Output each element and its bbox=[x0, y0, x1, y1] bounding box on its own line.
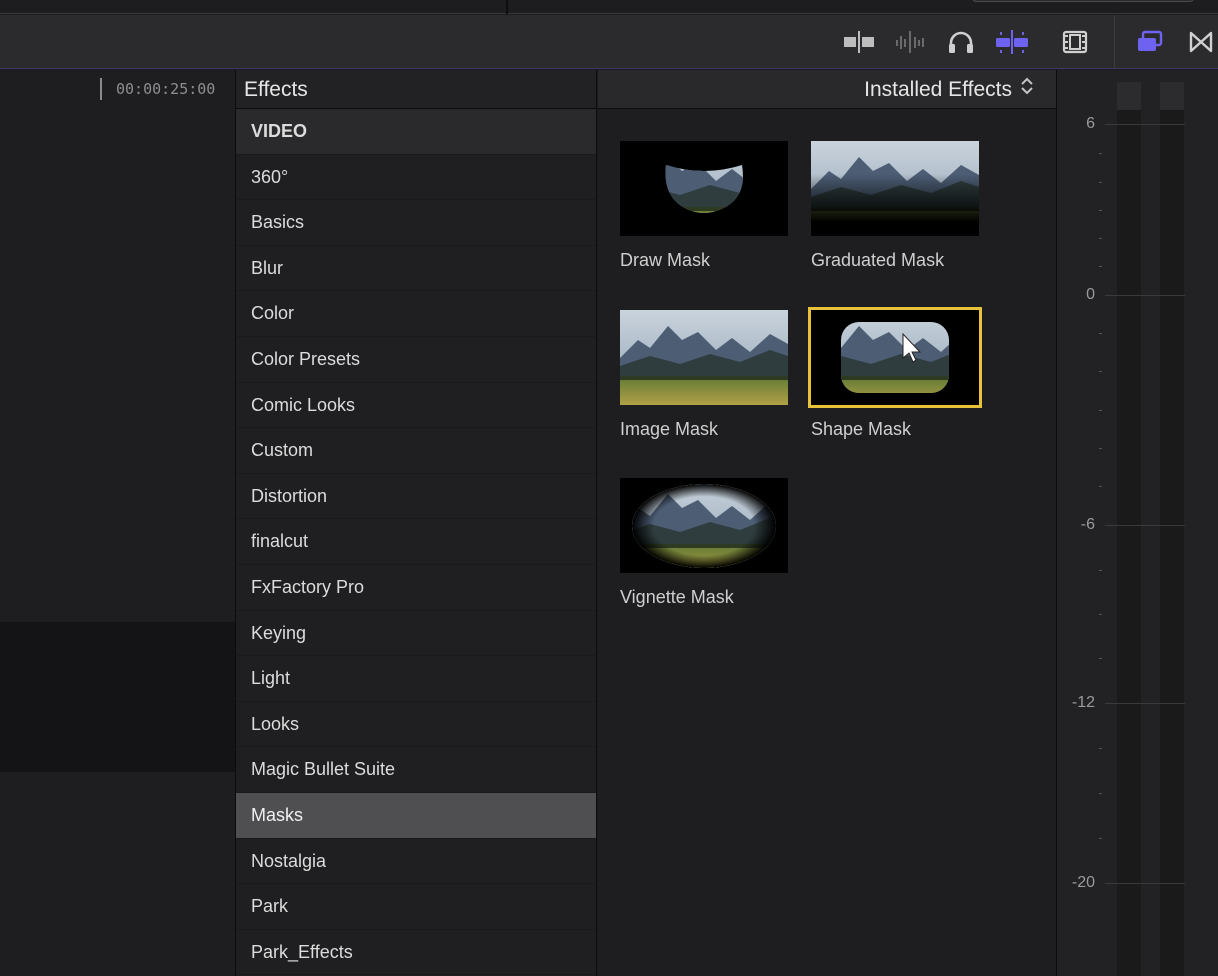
meter-scale-label: -20 bbox=[1071, 874, 1095, 891]
category-item[interactable]: Light bbox=[236, 656, 596, 702]
effect-label: Draw Mask bbox=[620, 250, 711, 270]
category-item[interactable]: Looks bbox=[236, 702, 596, 748]
effect-tile-draw-mask[interactable]: Draw Mask bbox=[620, 141, 790, 271]
chevron-up-down-icon bbox=[1020, 72, 1034, 111]
category-item[interactable]: Color Presets bbox=[236, 337, 596, 383]
top-strip bbox=[0, 0, 1218, 14]
timeline-toolbar bbox=[0, 15, 1218, 69]
top-strip-divider bbox=[506, 0, 508, 14]
skimming-icon[interactable] bbox=[842, 27, 876, 57]
effect-tile-shape-mask[interactable]: Shape Mask bbox=[808, 307, 982, 440]
effects-browser: Installed Effects Draw Mask Graduated Ma… bbox=[598, 70, 1056, 976]
category-section-video[interactable]: VIDEO bbox=[236, 109, 596, 155]
category-item[interactable]: Park_Effects bbox=[236, 930, 596, 976]
category-item[interactable]: Distortion bbox=[236, 474, 596, 520]
timeline-pane[interactable]: 00:00:25:00 bbox=[0, 70, 235, 976]
category-item[interactable]: Color bbox=[236, 291, 596, 337]
effect-thumbnail bbox=[620, 141, 788, 236]
audio-meters: 6 0 -6 -12 -20 bbox=[1056, 70, 1218, 976]
audio-skimming-icon[interactable] bbox=[893, 27, 927, 57]
effect-label: Graduated Mask bbox=[811, 250, 945, 270]
category-item[interactable]: Blur bbox=[236, 246, 596, 292]
category-item[interactable]: Park bbox=[236, 884, 596, 930]
installed-effects-popup[interactable]: Installed Effects bbox=[598, 70, 1056, 109]
category-item[interactable]: finalcut bbox=[236, 519, 596, 565]
category-item-selected[interactable]: Masks bbox=[236, 792, 596, 839]
toolbar-divider bbox=[1114, 15, 1115, 69]
effects-title: Effects bbox=[236, 70, 596, 109]
meter-tick bbox=[1105, 525, 1185, 526]
effect-label: Image Mask bbox=[620, 419, 719, 439]
effect-tile-graduated-mask[interactable]: Graduated Mask bbox=[811, 141, 981, 271]
effect-label: Vignette Mask bbox=[620, 587, 734, 607]
clip-appearance-icon[interactable] bbox=[1058, 27, 1092, 57]
effects-browser-icon[interactable] bbox=[1133, 27, 1167, 57]
meter-channel-left bbox=[1117, 82, 1141, 976]
top-search-field[interactable] bbox=[972, 0, 1194, 2]
effect-thumbnail bbox=[811, 141, 979, 236]
meter-tick bbox=[1105, 124, 1185, 125]
effect-thumbnail-selected bbox=[808, 307, 982, 408]
effects-category-sidebar: Effects VIDEO 360° Basics Blur Color Col… bbox=[235, 70, 597, 976]
meter-scale-label: 6 bbox=[1086, 115, 1095, 132]
category-item[interactable]: Comic Looks bbox=[236, 383, 596, 429]
timeline-track-band[interactable] bbox=[0, 622, 235, 772]
snapping-icon[interactable] bbox=[995, 27, 1029, 57]
effect-tile-vignette-mask[interactable]: Vignette Mask bbox=[620, 478, 790, 608]
meter-channel-right bbox=[1160, 82, 1184, 976]
category-item[interactable]: Basics bbox=[236, 200, 596, 246]
meter-tick bbox=[1105, 703, 1185, 704]
installed-effects-label: Installed Effects bbox=[864, 78, 1012, 101]
category-item[interactable]: Keying bbox=[236, 611, 596, 657]
meter-tick bbox=[1105, 883, 1185, 884]
effect-thumbnail bbox=[620, 478, 788, 573]
category-item[interactable]: 360° bbox=[236, 155, 596, 201]
headphones-icon[interactable] bbox=[944, 27, 978, 57]
meter-scale-label: -6 bbox=[1080, 516, 1095, 533]
meter-scale-label: 0 bbox=[1086, 286, 1095, 303]
category-item[interactable]: FxFactory Pro bbox=[236, 565, 596, 611]
meter-tick bbox=[1105, 295, 1185, 296]
transitions-browser-icon[interactable] bbox=[1184, 27, 1218, 57]
meter-scale-label: -12 bbox=[1071, 694, 1095, 711]
category-item[interactable]: Nostalgia bbox=[236, 839, 596, 885]
effect-thumbnail bbox=[620, 310, 788, 405]
category-item[interactable]: Custom bbox=[236, 428, 596, 474]
timeline-timecode: 00:00:25:00 bbox=[100, 78, 230, 100]
effect-tile-image-mask[interactable]: Image Mask bbox=[620, 310, 790, 440]
category-item[interactable]: Magic Bullet Suite bbox=[236, 747, 596, 793]
effect-label: Shape Mask bbox=[811, 419, 912, 439]
